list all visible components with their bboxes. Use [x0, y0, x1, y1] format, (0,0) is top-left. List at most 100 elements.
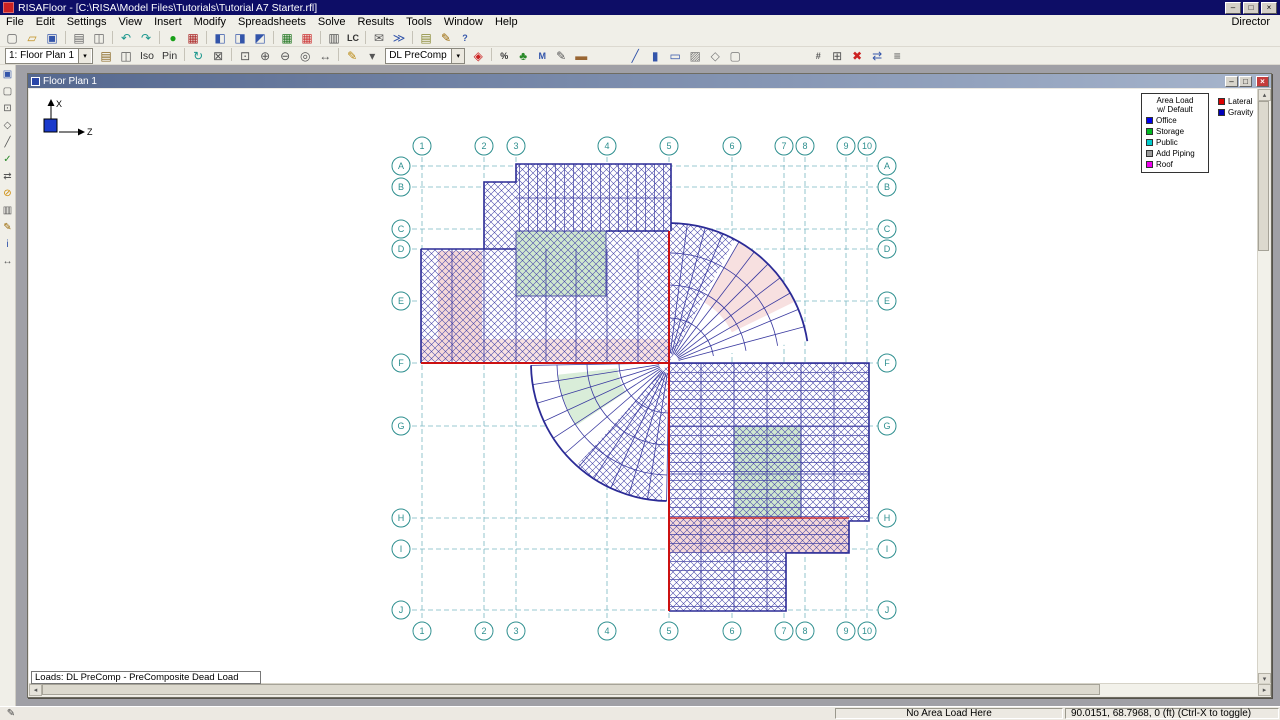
- menu-file[interactable]: File: [0, 15, 30, 29]
- help-icon[interactable]: ?: [457, 30, 473, 46]
- rendered-view-icon[interactable]: ◨: [231, 30, 249, 46]
- loads-spreadsheet-icon[interactable]: ▦: [298, 30, 316, 46]
- draw-slab-edge-icon[interactable]: ◇: [706, 48, 724, 64]
- scroll-up-icon[interactable]: ▴: [1258, 89, 1271, 101]
- menu-spreadsheets[interactable]: Spreadsheets: [232, 15, 312, 29]
- polygon-select-icon[interactable]: ◇: [0, 118, 15, 133]
- grid-bubble-row-G-left[interactable]: G: [391, 416, 411, 436]
- menu-solve[interactable]: Solve: [312, 15, 352, 29]
- criteria-select-icon[interactable]: ✓: [0, 152, 15, 167]
- save-file-icon[interactable]: ▣: [43, 30, 61, 46]
- child-minimize-button[interactable]: –: [1225, 75, 1238, 87]
- menu-modify[interactable]: Modify: [188, 15, 232, 29]
- menu-tools[interactable]: Tools: [400, 15, 438, 29]
- draw-walls-icon[interactable]: ▭: [666, 48, 684, 64]
- floor-plan-drawing[interactable]: 1122334455667788991010A AB BC CD DE EF FG GH HI I…: [29, 89, 1258, 685]
- grid-bubble-col-6-bottom[interactable]: 6: [722, 621, 742, 641]
- menu-director[interactable]: Director: [1221, 16, 1280, 28]
- grid-bubble-col-7-bottom[interactable]: 7: [774, 621, 794, 641]
- horizontal-scrollbar[interactable]: ◂ ▸: [29, 683, 1271, 696]
- maximize-button[interactable]: □: [1243, 1, 1259, 14]
- edit-drawing-icon[interactable]: ✎: [343, 48, 361, 64]
- grid-bubble-col-3-top[interactable]: 3: [506, 136, 526, 156]
- draw-beams-icon[interactable]: ╱: [626, 48, 644, 64]
- iso-button[interactable]: Iso: [136, 50, 158, 62]
- grid-bubble-row-A-left[interactable]: A: [391, 156, 411, 176]
- percent-open-icon[interactable]: %: [496, 48, 512, 64]
- selection-box-icon[interactable]: ⊠: [209, 48, 227, 64]
- menu-edit[interactable]: Edit: [30, 15, 61, 29]
- batch-solve-icon[interactable]: ≫: [390, 30, 408, 46]
- spreadsheets-icon[interactable]: ▥: [325, 30, 343, 46]
- moment-display-icon[interactable]: M: [534, 48, 550, 64]
- grid-bubble-col-10-top[interactable]: 10: [857, 136, 877, 156]
- vertical-scrollbar[interactable]: ▴ ▾: [1257, 89, 1271, 685]
- lock-unselected-icon[interactable]: ⊘: [0, 186, 15, 201]
- close-button[interactable]: ×: [1261, 1, 1277, 14]
- pan-icon[interactable]: ↔: [316, 48, 334, 64]
- horizontal-scroll-thumb[interactable]: [42, 684, 1100, 695]
- redo-icon[interactable]: ↷: [137, 30, 155, 46]
- view-settings-icon[interactable]: ◫: [117, 48, 135, 64]
- menu-window[interactable]: Window: [438, 15, 489, 29]
- paint-deck-icon[interactable]: ▬: [572, 48, 590, 64]
- delete-items-icon[interactable]: ✖: [848, 48, 866, 64]
- grid-bubble-row-C-right[interactable]: C: [877, 219, 897, 239]
- envelope-solve-icon[interactable]: ✉: [370, 30, 388, 46]
- grid-bubble-col-10-bottom[interactable]: 10: [857, 621, 877, 641]
- grid-bubble-row-E-right[interactable]: E: [877, 291, 897, 311]
- grid-bubble-row-F-left[interactable]: F: [391, 353, 411, 373]
- grid-bubble-row-F-right[interactable]: F: [877, 353, 897, 373]
- edit-drawing-dropdown-icon[interactable]: ▾: [363, 48, 381, 64]
- load-case-dropdown[interactable]: DL PreComp - Pr ▾: [385, 47, 466, 64]
- menu-view[interactable]: View: [112, 15, 148, 29]
- vertical-scroll-thumb[interactable]: [1258, 101, 1269, 251]
- snap-settings-icon[interactable]: #: [810, 48, 826, 64]
- undo-icon[interactable]: ↶: [117, 30, 135, 46]
- render-model-icon[interactable]: ♣: [514, 48, 532, 64]
- results-icon[interactable]: ▦: [184, 30, 202, 46]
- select-all-icon[interactable]: ▣: [0, 67, 15, 82]
- grid-bubble-row-E-left[interactable]: E: [391, 291, 411, 311]
- grid-bubble-row-I-left[interactable]: I: [391, 539, 411, 559]
- zoom-in-icon[interactable]: ⊕: [256, 48, 274, 64]
- new-model-icon[interactable]: ▢: [3, 30, 21, 46]
- draw-columns-icon[interactable]: ▮: [646, 48, 664, 64]
- grid-bubble-col-9-bottom[interactable]: 9: [836, 621, 856, 641]
- grid-settings-icon[interactable]: ⊞: [828, 48, 846, 64]
- draw-deck-icon[interactable]: ▨: [686, 48, 704, 64]
- graphic-editing-icon[interactable]: ✎: [0, 220, 15, 235]
- floor-plan-canvas[interactable]: 1 1 2 2 3 3 4 4 5 5 6 6 7 7 8 8 9 9 10 10 A A B B C C D D E E F F G G H H I I…: [29, 89, 1258, 685]
- grid-bubble-row-J-left[interactable]: J: [391, 600, 411, 620]
- grid-bubble-col-3-bottom[interactable]: 3: [506, 621, 526, 641]
- graphic-view-icon[interactable]: ◧: [211, 30, 229, 46]
- menu-results[interactable]: Results: [351, 15, 400, 29]
- menu-settings[interactable]: Settings: [61, 15, 113, 29]
- grid-bubble-row-B-left[interactable]: B: [391, 177, 411, 197]
- grid-bubble-col-7-top[interactable]: 7: [774, 136, 794, 156]
- save-selection-icon[interactable]: ▥: [0, 203, 15, 218]
- grid-bubble-row-A-right[interactable]: A: [877, 156, 897, 176]
- solve-icon[interactable]: ●: [164, 30, 182, 46]
- move-items-icon[interactable]: ⇄: [868, 48, 886, 64]
- grid-bubble-col-5-bottom[interactable]: 5: [659, 621, 679, 641]
- invert-selection-icon[interactable]: ⇄: [0, 169, 15, 184]
- draw-opening-icon[interactable]: ▢: [726, 48, 744, 64]
- open-file-icon[interactable]: ▱: [23, 30, 41, 46]
- zoom-extents-icon[interactable]: ◎: [296, 48, 314, 64]
- box-select-icon[interactable]: ⊡: [0, 101, 15, 116]
- information-icon[interactable]: i: [0, 237, 15, 252]
- scroll-right-icon[interactable]: ▸: [1258, 684, 1271, 696]
- zoom-box-icon[interactable]: ⊡: [236, 48, 254, 64]
- chevron-down-icon[interactable]: ▾: [78, 48, 92, 63]
- grid-bubble-col-9-top[interactable]: 9: [836, 136, 856, 156]
- grid-bubble-row-B-right[interactable]: B: [877, 177, 897, 197]
- data-entry-grid-icon[interactable]: ▦: [278, 30, 296, 46]
- grid-bubble-row-I-right[interactable]: I: [877, 539, 897, 559]
- grid-bubble-col-2-top[interactable]: 2: [474, 136, 494, 156]
- zoom-out-icon[interactable]: ⊖: [276, 48, 294, 64]
- grid-bubble-col-2-bottom[interactable]: 2: [474, 621, 494, 641]
- floor-plan-window-titlebar[interactable]: Floor Plan 1 – □ ×: [28, 74, 1271, 88]
- grid-bubble-col-5-top[interactable]: 5: [659, 136, 679, 156]
- grid-bubble-row-H-right[interactable]: H: [877, 508, 897, 528]
